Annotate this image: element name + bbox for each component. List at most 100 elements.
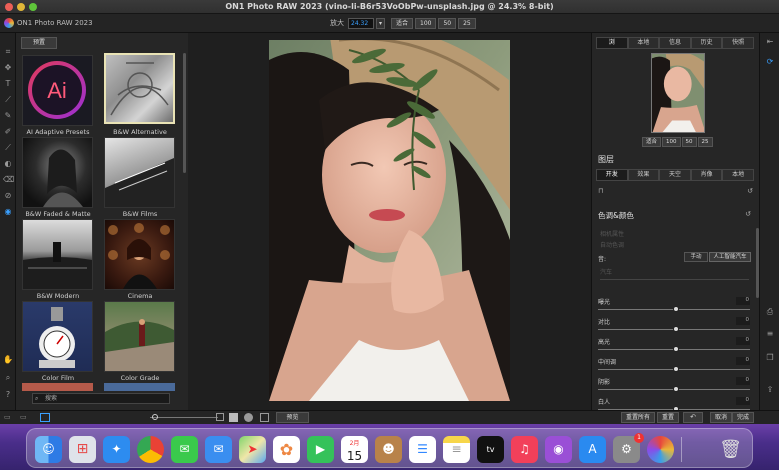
preset-thumb-partial[interactable] bbox=[104, 383, 175, 391]
presets-tool-icon[interactable]: ◉ bbox=[3, 207, 13, 217]
photos-icon[interactable]: ✿ bbox=[273, 436, 300, 463]
gradient-icon[interactable]: ◐ bbox=[3, 159, 13, 169]
print-icon[interactable]: ⎙ bbox=[765, 307, 775, 317]
mail-icon[interactable]: ✉ bbox=[205, 436, 232, 463]
slider-knob[interactable] bbox=[673, 386, 679, 392]
contacts-icon[interactable]: ☻ bbox=[375, 436, 402, 463]
slider-value[interactable]: 0 bbox=[736, 397, 750, 405]
edit-module-icon[interactable]: ⟳ bbox=[765, 57, 775, 67]
nav-100-button[interactable]: 100 bbox=[662, 137, 681, 147]
panel-toggle-icon[interactable]: ▭ bbox=[4, 413, 11, 421]
adjustment-slider[interactable]: 对比 0 bbox=[596, 317, 754, 335]
preview-button[interactable]: 预览 bbox=[276, 412, 309, 423]
slider-knob[interactable] bbox=[673, 346, 679, 352]
collapse-icon[interactable]: ⇤ bbox=[765, 37, 775, 47]
done-button[interactable]: 完成 bbox=[732, 412, 755, 423]
preset-thumb-bw-faded-matte[interactable] bbox=[22, 137, 93, 208]
preset-thumb-color-film[interactable] bbox=[22, 301, 93, 372]
cancel-button[interactable]: 取消 bbox=[710, 412, 733, 423]
filmstrip-toggle-icon[interactable]: ▭ bbox=[20, 413, 27, 421]
large-thumb-icon[interactable] bbox=[216, 413, 224, 421]
trash-icon[interactable]: 🗑 bbox=[717, 436, 744, 463]
podcasts-icon[interactable]: ◉ bbox=[545, 436, 572, 463]
preset-search-input[interactable]: ⌕ 搜索 bbox=[32, 393, 170, 404]
tab-develop[interactable]: 开发 bbox=[596, 169, 628, 181]
zoom-input[interactable]: 24.32 bbox=[348, 17, 374, 29]
grid-toggle-icon[interactable] bbox=[40, 413, 50, 422]
undo-icon[interactable]: ↶ bbox=[683, 412, 703, 423]
healing-icon[interactable]: ✎ bbox=[3, 111, 13, 121]
tab-portrait[interactable]: 肖像 bbox=[690, 169, 723, 181]
preset-thumb-partial[interactable] bbox=[22, 383, 93, 391]
navigator-thumbnail[interactable] bbox=[651, 53, 705, 133]
reminders-icon[interactable]: ☰ bbox=[409, 436, 436, 463]
preset-thumb-ai-adaptive[interactable]: Ai bbox=[22, 55, 93, 126]
preset-thumb-bw-alternative[interactable] bbox=[104, 53, 175, 124]
hand-icon[interactable]: ✋ bbox=[3, 355, 13, 365]
zoom-dropdown-icon[interactable]: ▾ bbox=[376, 17, 385, 29]
zoom-50-button[interactable]: 50 bbox=[438, 17, 457, 29]
tab-info[interactable]: 信息 bbox=[659, 37, 691, 49]
manual-button[interactable]: 手动 bbox=[684, 252, 708, 262]
slider-knob[interactable] bbox=[673, 366, 679, 372]
slider-knob[interactable] bbox=[673, 306, 679, 312]
compare-icon[interactable] bbox=[229, 413, 238, 422]
launchpad-icon[interactable]: ⊞ bbox=[69, 436, 96, 463]
crop-icon[interactable]: ⌗ bbox=[3, 47, 13, 57]
sliders-icon[interactable]: ≡ bbox=[765, 329, 775, 339]
notes-icon[interactable]: ≡ bbox=[443, 436, 470, 463]
messages-icon[interactable]: ✉ bbox=[171, 436, 198, 463]
reset-tone-icon[interactable]: ↺ bbox=[745, 210, 751, 218]
apple-tv-icon[interactable]: tv bbox=[477, 436, 504, 463]
nav-50-button[interactable]: 50 bbox=[681, 137, 697, 147]
thumb-size-slider[interactable] bbox=[150, 417, 218, 418]
text-icon[interactable]: T bbox=[3, 79, 13, 89]
presets-tab[interactable]: 预置 bbox=[21, 37, 57, 49]
ai-auto-button[interactable]: 人工智能汽车 bbox=[709, 252, 751, 262]
zoom-fit-button[interactable]: 适合 bbox=[391, 17, 414, 29]
chrome-icon[interactable] bbox=[137, 436, 164, 463]
color-picker-icon[interactable]: ⊘ bbox=[3, 191, 13, 201]
tab-local[interactable]: 本地 bbox=[722, 169, 754, 181]
adjustment-slider[interactable]: 高光 0 bbox=[596, 337, 754, 355]
finder-icon[interactable]: ☺ bbox=[35, 436, 62, 463]
calendar-icon[interactable]: 2月 15 bbox=[341, 436, 368, 463]
safari-icon[interactable]: ✦ bbox=[103, 436, 130, 463]
presets-scrollbar[interactable] bbox=[183, 53, 186, 173]
slider-value[interactable]: 0 bbox=[736, 297, 750, 305]
facetime-icon[interactable]: ▶ bbox=[307, 436, 334, 463]
zoom-25-button[interactable]: 25 bbox=[458, 17, 476, 29]
before-after-icon[interactable] bbox=[260, 413, 269, 422]
preset-thumb-color-grade[interactable] bbox=[104, 301, 175, 372]
help-icon[interactable]: ? bbox=[3, 390, 13, 400]
zoom-tool-icon[interactable]: ⌕ bbox=[3, 373, 13, 383]
brush-icon[interactable]: ⟋ bbox=[3, 95, 13, 105]
panel-options-icon[interactable]: ⊓ bbox=[598, 187, 603, 195]
app-store-icon[interactable]: A bbox=[579, 436, 606, 463]
clone-icon[interactable]: ✐ bbox=[3, 127, 13, 137]
tab-effects[interactable]: 效果 bbox=[627, 169, 660, 181]
on1-photo-raw-icon[interactable] bbox=[647, 436, 674, 463]
eraser-icon[interactable]: ⌫ bbox=[3, 175, 14, 185]
tab-levels[interactable]: 本地 bbox=[627, 37, 660, 49]
tab-navigator[interactable]: 浏 bbox=[596, 37, 628, 49]
adjustment-slider[interactable]: 阴影 0 bbox=[596, 377, 754, 395]
reset-panel-icon[interactable]: ↺ bbox=[747, 187, 753, 195]
preset-thumb-bw-films[interactable] bbox=[104, 137, 175, 208]
maps-icon[interactable]: ➤ bbox=[239, 436, 266, 463]
preset-thumb-cinema[interactable] bbox=[104, 219, 175, 290]
main-photo[interactable] bbox=[269, 40, 510, 401]
thumb-size-knob[interactable] bbox=[152, 414, 158, 420]
tab-snapshots[interactable]: 快照 bbox=[722, 37, 754, 49]
slider-knob[interactable] bbox=[673, 326, 679, 332]
zoom-100-button[interactable]: 100 bbox=[415, 17, 437, 29]
mask-view-icon[interactable] bbox=[244, 413, 253, 422]
reset-all-button[interactable]: 重置所有 bbox=[621, 412, 656, 423]
layers-icon[interactable]: ❒ bbox=[765, 353, 775, 363]
slider-value[interactable]: 0 bbox=[736, 337, 750, 345]
nav-fit-button[interactable]: 适合 bbox=[642, 137, 662, 147]
slider-value[interactable]: 0 bbox=[736, 317, 750, 325]
mask-brush-icon[interactable]: ⟋ bbox=[3, 143, 13, 153]
tab-sky[interactable]: 天空 bbox=[659, 169, 691, 181]
adjustment-slider[interactable]: 曝光 0 bbox=[596, 297, 754, 315]
